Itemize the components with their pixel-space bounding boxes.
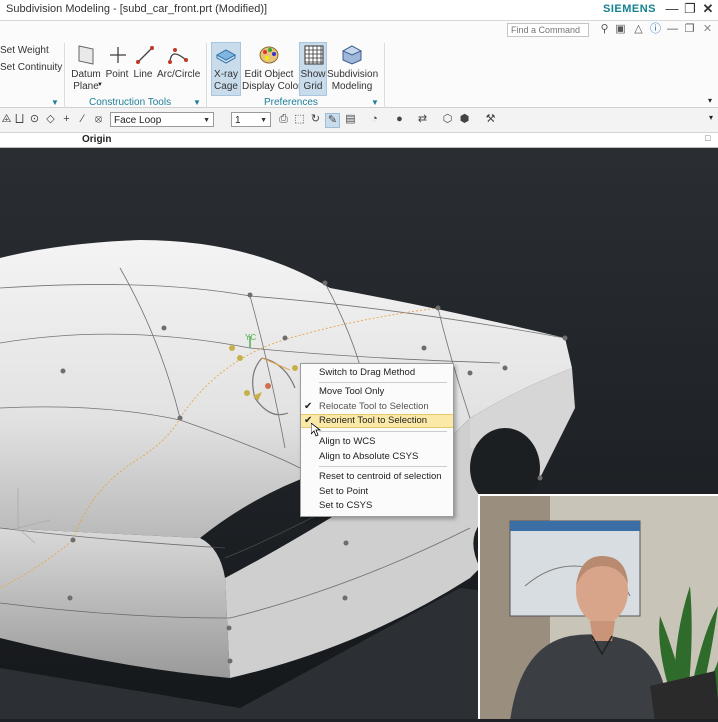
xray-cage-button[interactable]: X-ray Cage <box>211 42 241 96</box>
count-select[interactable]: 1 ▼ <box>231 112 271 127</box>
layer-icon[interactable]: ⬚ <box>293 113 306 126</box>
menu-item-relocate-tool[interactable]: ✔ Relocate Tool to Selection <box>301 400 453 414</box>
siemens-logo: SIEMENS <box>603 3 657 15</box>
snap-line-icon[interactable]: ∕ <box>76 113 89 126</box>
arc-icon <box>164 43 192 67</box>
line-icon <box>131 43 159 67</box>
snap-center-icon[interactable]: ⊙ <box>28 113 41 126</box>
arc-circle-button[interactable]: Arc/Circle <box>157 43 200 81</box>
menu-separator <box>319 466 447 467</box>
section-icon[interactable]: ⬡ <box>441 113 454 126</box>
help-icon[interactable]: ⓘ <box>649 22 662 36</box>
menu-item-reorient-tool[interactable]: ✔ Reorient Tool to Selection <box>301 414 453 428</box>
group-separator <box>206 43 207 109</box>
menu-separator <box>319 382 447 383</box>
palette-icon <box>255 43 283 67</box>
selection-toolbar: ⨹ ⨆ ⊙ ◇ + ∕ ⦻ Face Loop ▼ 1 ▼ ⎙ ⬚ ↻ ✎ ▤ … <box>0 108 718 133</box>
menu-item-set-to-point[interactable]: Set to Point <box>301 485 453 499</box>
window-icon[interactable]: □ <box>705 133 710 143</box>
window-icon[interactable]: ▣ <box>614 22 627 36</box>
show-grid-button[interactable]: Show Grid <box>299 42 327 96</box>
context-menu: Switch to Drag Method Move Tool Only ✔ Re… <box>300 363 454 517</box>
mouse-cursor-icon <box>310 422 322 440</box>
ribbon-close-icon[interactable]: ✕ <box>701 22 714 36</box>
xray-cage-icon <box>212 43 240 67</box>
table-icon[interactable]: ▤ <box>344 113 357 126</box>
render-icon[interactable]: ◔ <box>368 113 381 126</box>
menu-item-move-tool-only[interactable]: Move Tool Only <box>301 385 453 399</box>
minimize-icon[interactable]: — <box>664 1 680 17</box>
construction-tools-group-label: Construction Tools <box>89 97 172 108</box>
ribbon-restore-icon[interactable]: ❐ <box>683 22 696 36</box>
point-icon <box>104 43 132 67</box>
tools-icon[interactable]: ⚒ <box>484 113 497 126</box>
ribbon-options-icon[interactable]: ▾ <box>708 96 712 105</box>
group-separator <box>384 43 385 109</box>
presenter-webcam <box>478 494 718 719</box>
command-finder-input[interactable] <box>507 23 589 37</box>
snap-midpoint-icon[interactable]: ⨆ <box>13 113 26 126</box>
group-expand-icon[interactable]: ▼ <box>193 98 201 107</box>
origin-bar: Origin □ <box>0 133 718 148</box>
yc-axis-label: YC <box>245 333 256 342</box>
close-icon[interactable]: ✕ <box>700 1 716 17</box>
menu-item-reset-centroid[interactable]: Reset to centroid of selection <box>301 470 453 484</box>
snap-point-icon[interactable]: + <box>60 113 73 126</box>
group-expand-icon[interactable]: ▼ <box>371 98 379 107</box>
window-title: Subdivision Modeling - [subd_car_front.p… <box>6 3 268 15</box>
point-button[interactable]: Point <box>104 43 130 81</box>
ribbon-minimize-icon[interactable]: — <box>666 22 679 36</box>
group-expand-icon[interactable]: ▼ <box>51 98 59 107</box>
group-separator <box>64 43 65 109</box>
clip-icon[interactable]: ⬢ <box>458 113 471 126</box>
collapse-ribbon-icon[interactable]: △ <box>632 22 645 36</box>
menu-item-align-absolute-csys[interactable]: Align to Absolute CSYS <box>301 450 453 464</box>
toolbar-options-icon[interactable]: ▾ <box>709 113 713 122</box>
menu-item-align-wcs[interactable]: Align to WCS <box>301 435 453 449</box>
snap-icon[interactable]: ⨹ <box>0 113 13 126</box>
dropdown-arrow-icon[interactable]: ▼ <box>97 82 103 88</box>
chevron-down-icon: ▼ <box>260 117 267 124</box>
preferences-group-label: Preferences <box>264 97 318 108</box>
shade-icon[interactable]: ● <box>393 113 406 126</box>
datum-plane-icon <box>72 43 100 67</box>
menu-separator <box>319 431 447 432</box>
view-orient-icon[interactable]: ⇄ <box>416 113 429 126</box>
ribbon: ⚲ ▣ △ ⓘ — ❐ ✕ Set Weight Set Continuity … <box>0 21 718 109</box>
checkmark-icon: ✔ <box>304 401 313 412</box>
menu-item-set-to-csys[interactable]: Set to CSYS <box>301 499 453 513</box>
search-icon[interactable]: ⚲ <box>598 22 611 36</box>
subdivision-icon <box>338 43 366 67</box>
pen-icon[interactable]: ✎ <box>325 113 340 128</box>
set-continuity-button[interactable]: Set Continuity <box>0 62 62 73</box>
snap-face-icon[interactable]: ⦻ <box>92 113 105 126</box>
restore-icon[interactable]: ❐ <box>682 1 698 17</box>
selection-filter-select[interactable]: Face Loop ▼ <box>110 112 214 127</box>
set-weight-button[interactable]: Set Weight <box>0 45 49 56</box>
chevron-down-icon: ▼ <box>203 117 210 124</box>
menu-item-switch-drag-method[interactable]: Switch to Drag Method <box>301 366 453 380</box>
edit-object-display-color-button[interactable]: Edit Object Display Color <box>242 43 301 93</box>
title-bar: Subdivision Modeling - [subd_car_front.p… <box>0 0 718 21</box>
print-icon[interactable]: ⎙ <box>277 113 290 126</box>
subdivision-modeling-button[interactable]: Subdivision Modeling <box>327 43 378 93</box>
refresh-icon[interactable]: ↻ <box>309 113 322 126</box>
line-button[interactable]: Line <box>131 43 155 81</box>
origin-label: Origin <box>82 134 112 145</box>
grid-icon <box>300 43 328 67</box>
snap-quadrant-icon[interactable]: ◇ <box>44 113 57 126</box>
